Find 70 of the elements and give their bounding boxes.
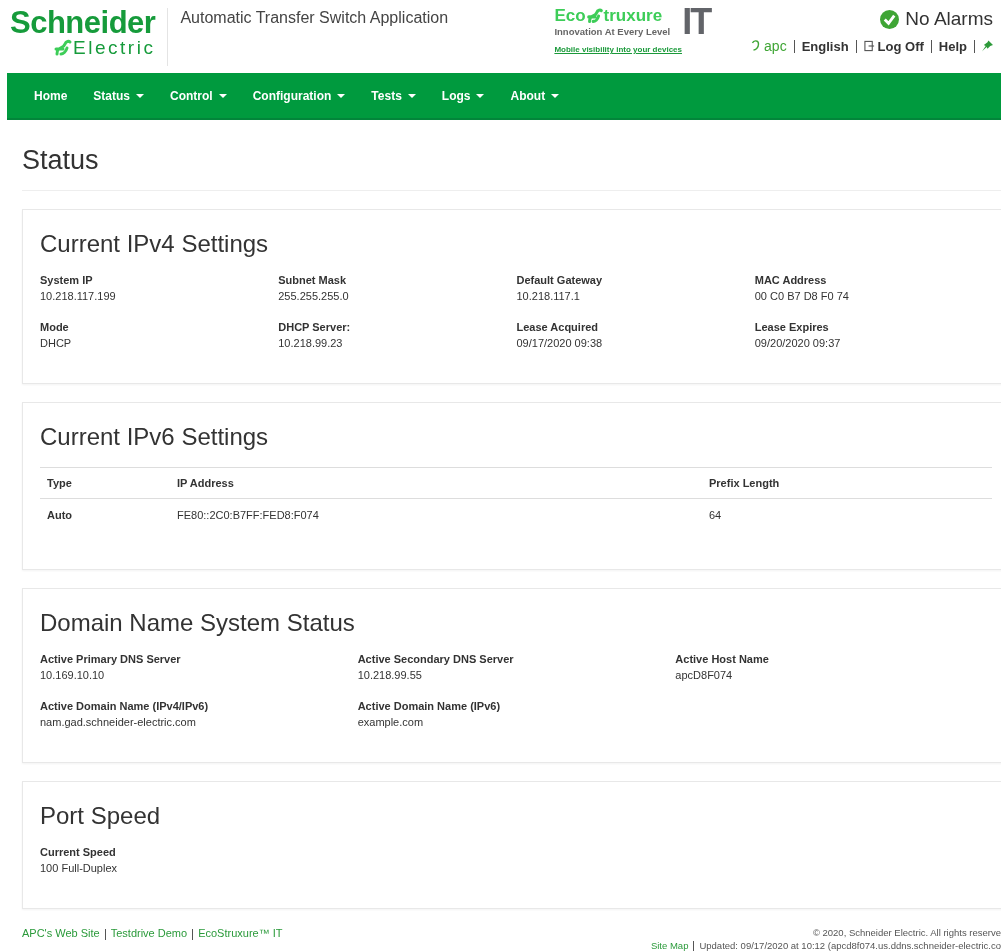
schneider-logo: Schneider Electric: [10, 8, 169, 66]
field-value: 00 C0 B7 D8 F0 74: [754, 290, 850, 302]
header-link[interactable]: Log Off: [877, 38, 924, 54]
nav-menu-item[interactable]: Tests: [358, 88, 429, 103]
ecostruxure-logo: Eco truxure Innovation At Every Level: [554, 6, 671, 37]
field-label: Default Gateway: [516, 274, 604, 286]
table-cell: Auto: [40, 498, 170, 535]
pin-icon[interactable]: [982, 40, 993, 52]
field-label: DHCP Server:: [278, 321, 352, 333]
field-label: Active Domain Name (IPv4/IPv6): [40, 700, 210, 712]
caret-icon: [337, 93, 346, 98]
field-label: Active Host Name: [675, 653, 770, 665]
footer-link[interactable]: Testdrive Demo: [110, 927, 188, 939]
page-title: Status: [22, 145, 1001, 191]
mobile-link[interactable]: Mobile visibility into your devices: [554, 45, 682, 54]
nav-menu-item[interactable]: About: [497, 88, 573, 103]
nav-menu-item[interactable]: Logs: [428, 88, 498, 103]
caret-icon: [476, 93, 485, 98]
field-value: 09/17/2020 09:38: [516, 337, 604, 349]
header-link[interactable]: Help: [938, 38, 967, 54]
updated-text: Updated: 09/17/2020 at 10:12 (apcd8f074.us.ddns.schneider-electric.co: [699, 940, 1001, 951]
caret-icon: [551, 93, 560, 98]
field-value: DHCP: [40, 337, 73, 349]
field-label: Active Primary DNS Server: [40, 653, 182, 665]
table-cell: 64: [702, 498, 992, 535]
field-label: Mode: [40, 321, 70, 333]
section-title: Current IPv4 Settings: [40, 230, 270, 258]
field-value: nam.gad.schneider-electric.com: [40, 716, 197, 728]
table-cell: FE80::2C0:B7FF:FED8:F074: [170, 498, 702, 535]
user-link[interactable]: apc: [764, 38, 787, 54]
site-map-link[interactable]: Site Map: [650, 940, 689, 951]
field-value: 10.218.117.199: [40, 290, 117, 302]
field-value: 10.218.117.1: [516, 290, 581, 302]
alarm-status: No Alarms: [905, 8, 993, 30]
column-header: IP Address: [170, 467, 702, 499]
door-icon: [863, 40, 875, 52]
field-value: 255.255.255.0: [278, 290, 350, 302]
field-label: Current Speed: [40, 846, 117, 858]
copyright-text: © 2020, Schneider Electric. All rights reserve: [812, 927, 1001, 938]
field-label: MAC Address: [754, 274, 828, 286]
section-title: Current IPv6 Settings: [40, 423, 270, 451]
section-title: Port Speed: [40, 802, 162, 830]
nav-menu-item[interactable]: Configuration: [239, 88, 359, 103]
field-value: 09/20/2020 09:37: [754, 337, 842, 349]
footer-link[interactable]: APC's Web Site: [22, 927, 100, 939]
caret-icon: [218, 93, 227, 98]
field-label: Active Secondary DNS Server: [357, 653, 515, 665]
application-title: Automatic Transfer Switch Application: [180, 9, 450, 27]
section-title: Domain Name System Status: [40, 609, 356, 637]
column-header: Type: [40, 467, 170, 499]
column-header: Prefix Length: [702, 467, 992, 499]
field-value: 100 Full-Duplex: [40, 862, 119, 874]
nav-menu-item[interactable]: Control: [157, 88, 240, 103]
field-label: System IP: [40, 274, 94, 286]
field-value: example.com: [357, 716, 425, 728]
nav-menu-item[interactable]: Status: [80, 88, 158, 103]
field-label: Active Domain Name (IPv6): [357, 700, 502, 712]
field-value: 10.218.99.23: [278, 337, 344, 349]
field-value: 10.218.99.55: [357, 669, 423, 681]
field-label: Lease Acquired: [516, 321, 599, 333]
it-logo: IT: [682, 6, 711, 38]
field-label: Lease Expires: [754, 321, 830, 333]
header-link[interactable]: English: [801, 38, 849, 54]
field-label: Subnet Mask: [278, 274, 348, 286]
caret-icon: [136, 93, 145, 98]
footer-link[interactable]: EcoStruxure™ IT: [198, 927, 283, 939]
caret-icon: [407, 93, 416, 98]
nav-menu-item[interactable]: Home: [21, 88, 81, 103]
field-value: apcD8F074: [675, 669, 734, 681]
field-value: 10.169.10.10: [40, 669, 106, 681]
